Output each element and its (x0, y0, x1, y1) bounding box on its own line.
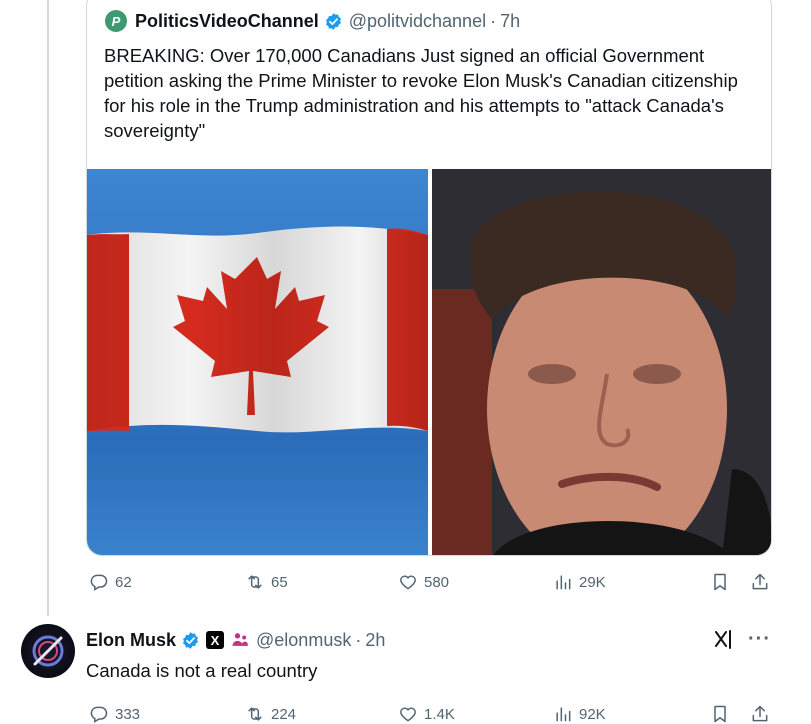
views-bar-chart-icon (556, 707, 571, 722)
verified-badge-icon (183, 631, 198, 649)
post-time[interactable]: 2h (365, 630, 385, 651)
author-name[interactable]: PoliticsVideoChannel (135, 11, 319, 32)
quoted-post-header: P PoliticsVideoChannel @politvidchannel … (105, 9, 520, 33)
quoted-post-actions: 62 65 580 29K (0, 570, 811, 594)
views-button[interactable]: 92K (553, 704, 606, 724)
heart-icon (400, 707, 416, 722)
share-button[interactable] (750, 704, 770, 724)
views-button[interactable]: 29K (553, 572, 606, 592)
repost-button[interactable]: 224 (245, 704, 296, 724)
thread-connector-line (47, 0, 49, 616)
bookmark-button[interactable] (710, 704, 730, 724)
repost-count: 224 (271, 705, 297, 723)
share-button[interactable] (750, 572, 770, 592)
dot-separator: · (490, 10, 497, 31)
reply-icon (90, 574, 108, 591)
share-icon (752, 705, 768, 722)
quoted-post-card[interactable]: P PoliticsVideoChannel @politvidchannel … (86, 0, 772, 556)
canada-flag-image[interactable] (87, 169, 428, 555)
heart-icon (400, 575, 416, 590)
views-bar-chart-icon (556, 575, 571, 590)
elon-musk-photo[interactable] (432, 169, 771, 555)
x-affiliate-badge[interactable]: X (206, 631, 225, 649)
reply-post-text: Canada is not a real country (86, 660, 318, 681)
dot-separator: · (355, 629, 362, 650)
more-options-icon[interactable]: ··· (748, 628, 771, 651)
repost-icon (248, 575, 262, 589)
share-icon (752, 573, 768, 590)
bookmark-icon (714, 705, 726, 723)
reply-count: 333 (115, 705, 141, 723)
reply-button[interactable]: 333 (89, 704, 140, 724)
elon-musk-avatar[interactable] (21, 624, 75, 678)
like-count: 580 (424, 573, 450, 591)
like-button[interactable]: 580 (398, 572, 449, 592)
politicsvideochannel-avatar[interactable]: P (105, 10, 127, 32)
post-media[interactable] (87, 169, 771, 555)
reply-post-actions: 333 224 1.4K 92K (0, 702, 811, 724)
author-handle[interactable]: @elonmusk (256, 630, 351, 651)
view-count: 29K (579, 573, 606, 591)
author-name[interactable]: Elon Musk (86, 630, 176, 651)
verified-badge-icon (325, 12, 341, 30)
like-button[interactable]: 1.4K (398, 704, 455, 724)
quoted-post-text: BREAKING: Over 170,000 Canadians Just si… (104, 45, 738, 141)
like-count: 1.4K (424, 705, 455, 723)
avatar-graphic (32, 635, 64, 667)
grok-icon[interactable] (712, 628, 736, 652)
bookmark-icon (714, 573, 726, 591)
reply-count: 62 (115, 573, 132, 591)
repost-button[interactable]: 65 (245, 572, 288, 592)
repost-icon (248, 707, 262, 721)
bookmark-button[interactable] (710, 572, 730, 592)
portrait-graphic (432, 169, 771, 555)
reply-post-header: Elon Musk X @elonmusk · 2h (86, 628, 385, 652)
people-icon (232, 633, 248, 646)
repost-count: 65 (271, 573, 288, 591)
view-count: 92K (579, 705, 606, 723)
author-handle[interactable]: @politvidchannel (349, 11, 486, 32)
reply-icon (90, 706, 108, 723)
canada-flag-graphic (87, 226, 428, 433)
post-time[interactable]: 7h (500, 11, 520, 32)
reply-button[interactable]: 62 (89, 572, 132, 592)
